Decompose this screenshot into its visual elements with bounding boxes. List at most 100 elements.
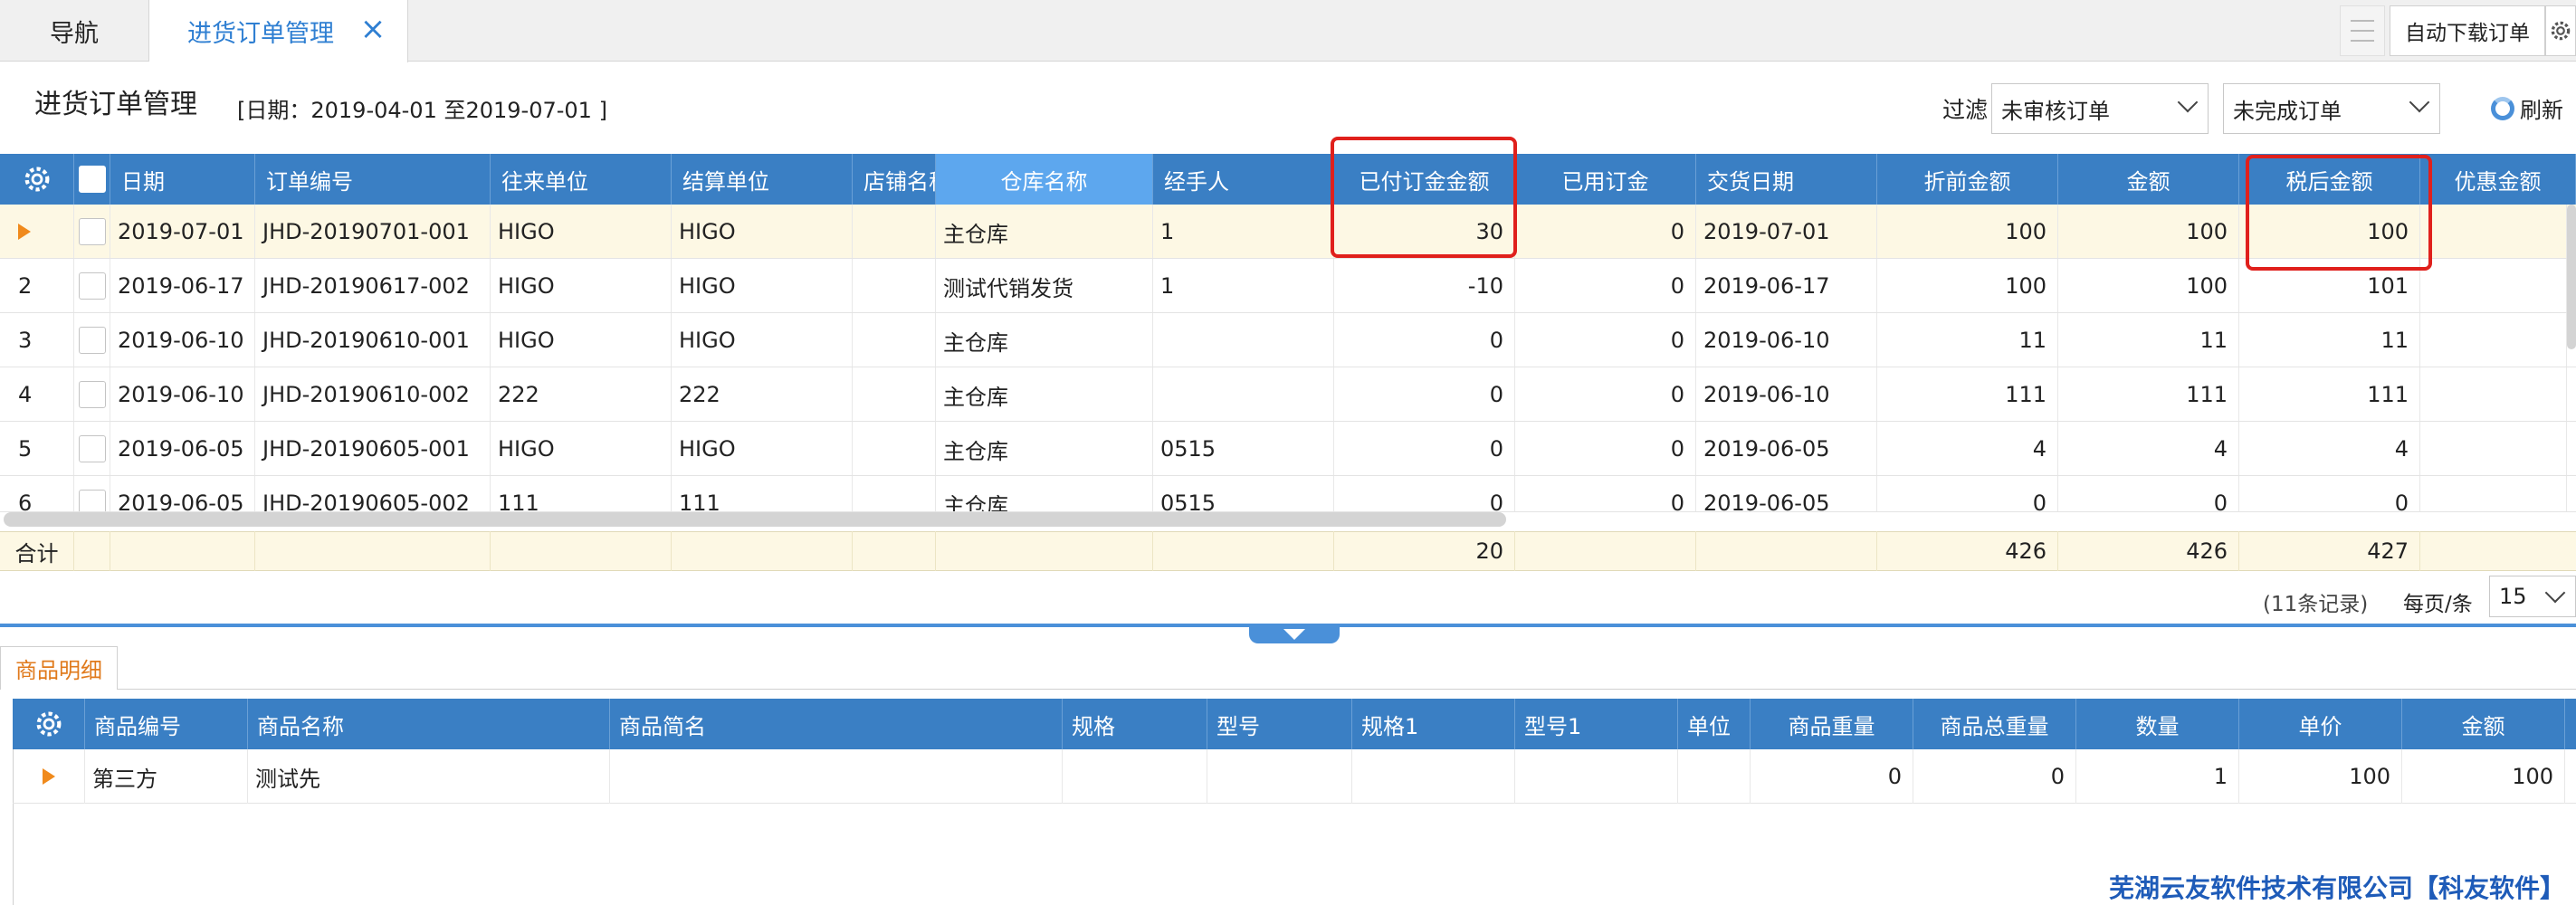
detail-cell-short-name[interactable]	[610, 749, 1063, 804]
cell-deposit-used[interactable]: 0	[1515, 367, 1696, 421]
cell-deposit-used[interactable]: 0	[1515, 205, 1696, 258]
cell-shop[interactable]	[853, 205, 936, 258]
cell-amount[interactable]: 100	[2058, 259, 2239, 312]
detail-cell-model1[interactable]	[1515, 749, 1678, 804]
row-checkbox[interactable]	[78, 218, 106, 245]
column-header-pre-discount-amount[interactable]: 折前金额	[1877, 154, 2058, 205]
cell-partner[interactable]: 222	[491, 367, 672, 421]
cell-warehouse[interactable]: 测试代销发货	[936, 259, 1153, 312]
cell-deposit-used[interactable]: 0	[1515, 476, 1696, 511]
detail-cell-unit-price[interactable]: 100	[2239, 749, 2402, 804]
cell-delivery-date[interactable]: 2019-07-01	[1696, 205, 1877, 258]
column-header-deposit-used[interactable]: 已用订金	[1515, 154, 1696, 205]
cell-date[interactable]: 2019-07-01	[110, 205, 255, 258]
row-checkbox[interactable]	[78, 327, 106, 354]
cell-partner[interactable]: HIGO	[491, 205, 672, 258]
cell-order-no[interactable]: JHD-20190605-002	[255, 476, 491, 511]
cell-handler[interactable]: 0515	[1153, 422, 1334, 475]
cell-delivery-date[interactable]: 2019-06-05	[1696, 422, 1877, 475]
cell-discount-amount[interactable]	[2420, 313, 2567, 367]
detail-cell-quantity[interactable]: 1	[2076, 749, 2239, 804]
cell-after-tax-amount[interactable]: 11	[2239, 313, 2420, 367]
cell-amount[interactable]: 4	[2058, 422, 2239, 475]
cell-order-no[interactable]: JHD-20190605-001	[255, 422, 491, 475]
cell-shop[interactable]	[853, 422, 936, 475]
cell-pre-discount-amount[interactable]: 4	[1877, 422, 2058, 475]
cell-deposit-paid[interactable]: 0	[1334, 367, 1515, 421]
cell-date[interactable]: 2019-06-10	[110, 313, 255, 367]
table-row[interactable]: 4 2019-06-10 JHD-20190610-002 222 222 主仓库 0 0 20…	[0, 367, 2576, 422]
detail-header-amount[interactable]: 金额	[2402, 699, 2565, 749]
cell-order-no[interactable]: JHD-20190610-001	[255, 313, 491, 367]
tab-purchase-order-management[interactable]: 进货订单管理 ×	[149, 0, 408, 62]
cell-order-no[interactable]: JHD-20190701-001	[255, 205, 491, 258]
cell-settle-unit[interactable]: HIGO	[672, 422, 853, 475]
detail-cell-model[interactable]	[1207, 749, 1352, 804]
cell-handler[interactable]	[1153, 367, 1334, 421]
cell-after-tax-amount[interactable]: 0	[2239, 476, 2420, 511]
close-icon[interactable]: ×	[358, 14, 387, 44]
detail-header-product-name[interactable]: 商品名称	[248, 699, 610, 749]
cell-date[interactable]: 2019-06-17	[110, 259, 255, 312]
detail-cell-unit[interactable]	[1678, 749, 1751, 804]
cell-date[interactable]: 2019-06-10	[110, 367, 255, 421]
cell-deposit-used[interactable]: 0	[1515, 259, 1696, 312]
column-header-partner[interactable]: 往来单位	[491, 154, 672, 205]
column-header-shop[interactable]: 店铺名称	[853, 154, 936, 205]
detail-header-weight[interactable]: 商品重量	[1751, 699, 1913, 749]
cell-shop[interactable]	[853, 476, 936, 511]
cell-handler[interactable]	[1153, 313, 1334, 367]
audit-filter-select[interactable]: 未审核订单	[1991, 83, 2209, 134]
table-row[interactable]: 5 2019-06-05 JHD-20190605-001 HIGO HIGO 主仓库 05…	[0, 422, 2576, 476]
row-checkbox[interactable]	[78, 381, 106, 408]
column-header-date[interactable]: 日期	[110, 154, 255, 205]
cell-deposit-paid[interactable]: 0	[1334, 313, 1515, 367]
row-checkbox[interactable]	[78, 272, 106, 300]
column-header-amount[interactable]: 金额	[2058, 154, 2239, 205]
cell-date[interactable]: 2019-06-05	[110, 476, 255, 511]
table-row[interactable]: 6 2019-06-05 JHD-20190605-002 111 111 主仓库 0515…	[0, 476, 2576, 512]
cell-partner[interactable]: HIGO	[491, 259, 672, 312]
cell-handler[interactable]: 1	[1153, 259, 1334, 312]
cell-partner[interactable]: HIGO	[491, 422, 672, 475]
cell-deposit-paid[interactable]: -10	[1334, 259, 1515, 312]
cell-deposit-used[interactable]: 0	[1515, 422, 1696, 475]
cell-shop[interactable]	[853, 313, 936, 367]
column-header-settle-unit[interactable]: 结算单位	[672, 154, 853, 205]
detail-header-model[interactable]: 型号	[1207, 699, 1352, 749]
cell-deposit-used[interactable]: 0	[1515, 313, 1696, 367]
cell-settle-unit[interactable]: HIGO	[672, 259, 853, 312]
cell-pre-discount-amount[interactable]: 11	[1877, 313, 2058, 367]
detail-header-model1[interactable]: 型号1	[1515, 699, 1678, 749]
cell-shop[interactable]	[853, 367, 936, 421]
detail-header-unit[interactable]: 单位	[1678, 699, 1751, 749]
column-header-warehouse[interactable]: 仓库名称	[936, 154, 1153, 205]
detail-cell-spec[interactable]	[1063, 749, 1207, 804]
cell-delivery-date[interactable]: 2019-06-05	[1696, 476, 1877, 511]
row-checkbox[interactable]	[78, 490, 106, 511]
cell-partner[interactable]: HIGO	[491, 313, 672, 367]
cell-pre-discount-amount[interactable]: 0	[1877, 476, 2058, 511]
table-row[interactable]: 2019-07-01 JHD-20190701-001 HIGO HIGO 主仓库 1 30…	[0, 205, 2576, 259]
cell-delivery-date[interactable]: 2019-06-17	[1696, 259, 1877, 312]
horizontal-scrollbar[interactable]	[4, 512, 1506, 527]
cell-settle-unit[interactable]: HIGO	[672, 313, 853, 367]
cell-discount-amount[interactable]	[2420, 422, 2567, 475]
cell-handler[interactable]: 0515	[1153, 476, 1334, 511]
select-all-checkbox[interactable]	[74, 154, 110, 205]
detail-cell-product-name[interactable]: 测试先	[248, 749, 610, 804]
detail-header-product-code[interactable]: 商品编号	[85, 699, 248, 749]
column-header-handler[interactable]: 经手人	[1153, 154, 1334, 205]
cell-partner[interactable]: 111	[491, 476, 672, 511]
cell-order-no[interactable]: JHD-20190610-002	[255, 367, 491, 421]
column-header-order-no[interactable]: 订单编号	[255, 154, 491, 205]
table-row[interactable]: 3 2019-06-10 JHD-20190610-001 HIGO HIGO 主仓库 0 0…	[0, 313, 2576, 367]
cell-after-tax-amount[interactable]: 111	[2239, 367, 2420, 421]
cell-settle-unit[interactable]: 222	[672, 367, 853, 421]
grid-settings-gear-icon[interactable]	[0, 154, 74, 205]
cell-amount[interactable]: 100	[2058, 205, 2239, 258]
cell-warehouse[interactable]: 主仓库	[936, 205, 1153, 258]
cell-date[interactable]: 2019-06-05	[110, 422, 255, 475]
detail-header-quantity[interactable]: 数量	[2076, 699, 2239, 749]
detail-header-spec[interactable]: 规格	[1063, 699, 1207, 749]
